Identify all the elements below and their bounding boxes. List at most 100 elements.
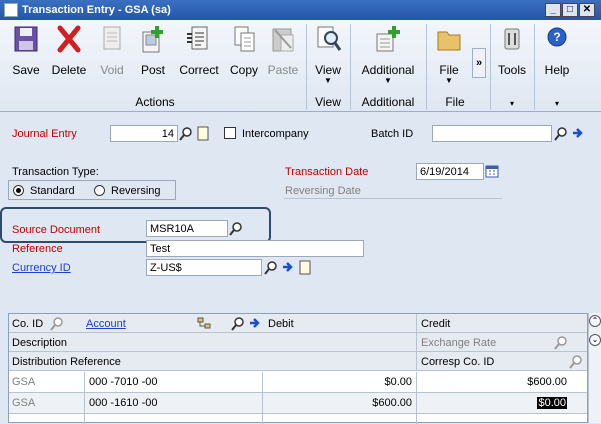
save-button[interactable]: Save xyxy=(6,24,46,86)
journal-entry-lookup-icon[interactable] xyxy=(179,126,194,141)
co-id-header: Co. ID xyxy=(12,318,44,330)
exchange-rate-lookup-icon[interactable] xyxy=(554,335,569,350)
void-button[interactable]: Void xyxy=(94,24,130,86)
file-group-label: File xyxy=(445,95,465,109)
intercompany-checkbox[interactable] xyxy=(224,127,236,139)
journal-entry-note-icon[interactable] xyxy=(196,126,210,141)
file-button[interactable]: File ▼ xyxy=(430,24,468,86)
transaction-type-label: Transaction Type: xyxy=(12,166,99,178)
corresp-co-id-header: Corresp Co. ID xyxy=(421,356,495,368)
grid-header-row-3: Distribution Reference Corresp Co. ID xyxy=(9,352,587,371)
credit-header: Credit xyxy=(421,318,451,330)
grid-expand-icon[interactable]: ⌄ xyxy=(589,334,601,346)
ribbon-separator xyxy=(306,24,307,110)
grid-collapse-icon[interactable]: ⌃ xyxy=(589,315,601,327)
description-header: Description xyxy=(12,337,68,349)
copy-icon xyxy=(234,26,255,52)
table-row[interactable]: GSA 000 -7010 -00 $0.00 $600.00 xyxy=(9,372,587,392)
file-dropdown-icon: ▼ xyxy=(445,76,453,85)
journal-entry-label: Journal Entry xyxy=(12,128,77,140)
additional-button[interactable]: Additional ▼ xyxy=(354,24,422,86)
row-account: 000 -7010 -00 xyxy=(89,376,158,388)
row-debit: $600.00 xyxy=(372,397,412,409)
void-icon xyxy=(103,26,121,50)
title-bar: Transaction Entry - GSA (sa) _ □ ✕ xyxy=(0,0,601,20)
correct-icon xyxy=(187,26,208,50)
reversing-radio-label: Reversing xyxy=(111,185,161,197)
account-tree-icon[interactable] xyxy=(197,316,211,331)
view-button[interactable]: View ▼ xyxy=(310,24,346,86)
currency-id-note-icon[interactable] xyxy=(298,260,312,275)
grid-header-row-2: Description Exchange Rate xyxy=(9,333,587,352)
ribbon-separator xyxy=(534,24,535,110)
delete-button[interactable]: Delete xyxy=(48,24,90,86)
folder-icon xyxy=(437,31,461,51)
delete-icon xyxy=(57,25,81,53)
reversing-radio[interactable] xyxy=(94,185,105,196)
ribbon-separator xyxy=(490,24,491,110)
account-lookup-icon[interactable] xyxy=(231,316,246,331)
ribbon-separator xyxy=(426,24,427,110)
help-group-caret: ▾ xyxy=(554,99,559,108)
actions-group-label: Actions xyxy=(135,95,175,109)
row-credit-selected-value: $0.00 xyxy=(537,397,567,409)
tools-icon xyxy=(504,28,520,50)
account-header-link[interactable]: Account xyxy=(86,318,126,330)
row-credit: $600.00 xyxy=(527,376,567,388)
grid-scrollbar[interactable]: ⌃ ⌄ xyxy=(588,313,601,423)
reversing-date-label: Reversing Date xyxy=(285,185,361,197)
copy-button[interactable]: Copy xyxy=(226,24,262,86)
view-icon xyxy=(317,26,342,51)
paste-button[interactable]: Paste xyxy=(264,24,302,86)
additional-group-label: Additional xyxy=(361,95,415,109)
transaction-date-label: Transaction Date xyxy=(285,166,369,178)
standard-radio-label: Standard xyxy=(30,185,75,197)
debit-header: Debit xyxy=(268,318,294,330)
source-document-lookup-icon[interactable] xyxy=(229,221,244,236)
window-title: Transaction Entry - GSA (sa) xyxy=(22,4,171,16)
svg-text:?: ? xyxy=(553,30,560,44)
batch-id-lookup-icon[interactable] xyxy=(554,126,569,141)
view-group-label: View xyxy=(315,95,341,109)
account-expand-arrow-icon[interactable] xyxy=(248,316,262,331)
help-button[interactable]: ? Help xyxy=(538,24,576,86)
calendar-icon[interactable] xyxy=(485,164,499,179)
batch-id-field[interactable] xyxy=(432,125,552,142)
row-debit: $0.00 xyxy=(384,376,412,388)
app-icon xyxy=(4,3,18,17)
post-button[interactable]: Post xyxy=(134,24,172,86)
table-row[interactable]: GSA 000 -1610 -00 $600.00 $0.00 xyxy=(9,393,587,413)
close-button[interactable]: ✕ xyxy=(579,3,595,17)
row-co-id: GSA xyxy=(12,397,36,409)
minimize-button[interactable]: _ xyxy=(545,3,561,17)
ribbon-separator xyxy=(350,24,351,110)
reference-field[interactable]: Test xyxy=(146,240,364,257)
ribbon-overflow-button[interactable]: » xyxy=(472,48,486,78)
grid-divider xyxy=(416,372,417,424)
currency-id-expand-arrow-icon[interactable] xyxy=(281,260,295,275)
source-document-field[interactable]: MSR10A xyxy=(146,220,228,237)
batch-id-label: Batch ID xyxy=(371,128,414,140)
transaction-date-field[interactable]: 6/19/2014 xyxy=(416,163,484,180)
source-document-label: Source Document xyxy=(12,224,101,236)
row-credit-selected[interactable]: $0.00 xyxy=(419,397,567,409)
additional-icon xyxy=(376,26,400,52)
row-account: 000 -1610 -00 xyxy=(89,397,158,409)
corresp-co-id-lookup-icon[interactable] xyxy=(569,354,584,369)
maximize-button[interactable]: □ xyxy=(562,3,578,17)
correct-button[interactable]: Correct xyxy=(176,24,222,86)
currency-id-link[interactable]: Currency ID xyxy=(12,262,71,274)
journal-entry-field[interactable]: 14 xyxy=(110,125,178,142)
grid-divider xyxy=(262,372,263,424)
currency-id-lookup-icon[interactable] xyxy=(264,260,279,275)
standard-radio[interactable] xyxy=(13,185,24,196)
grid-divider xyxy=(416,314,417,371)
batch-id-expand-arrow-icon[interactable] xyxy=(571,126,585,141)
grid-divider xyxy=(9,413,587,414)
currency-id-field[interactable]: Z-US$ xyxy=(146,259,262,276)
paste-icon xyxy=(272,28,294,52)
grid-divider xyxy=(84,372,85,424)
tools-group-caret: ▾ xyxy=(509,99,514,108)
co-id-lookup-icon[interactable] xyxy=(50,316,65,331)
tools-button[interactable]: Tools xyxy=(494,24,530,86)
